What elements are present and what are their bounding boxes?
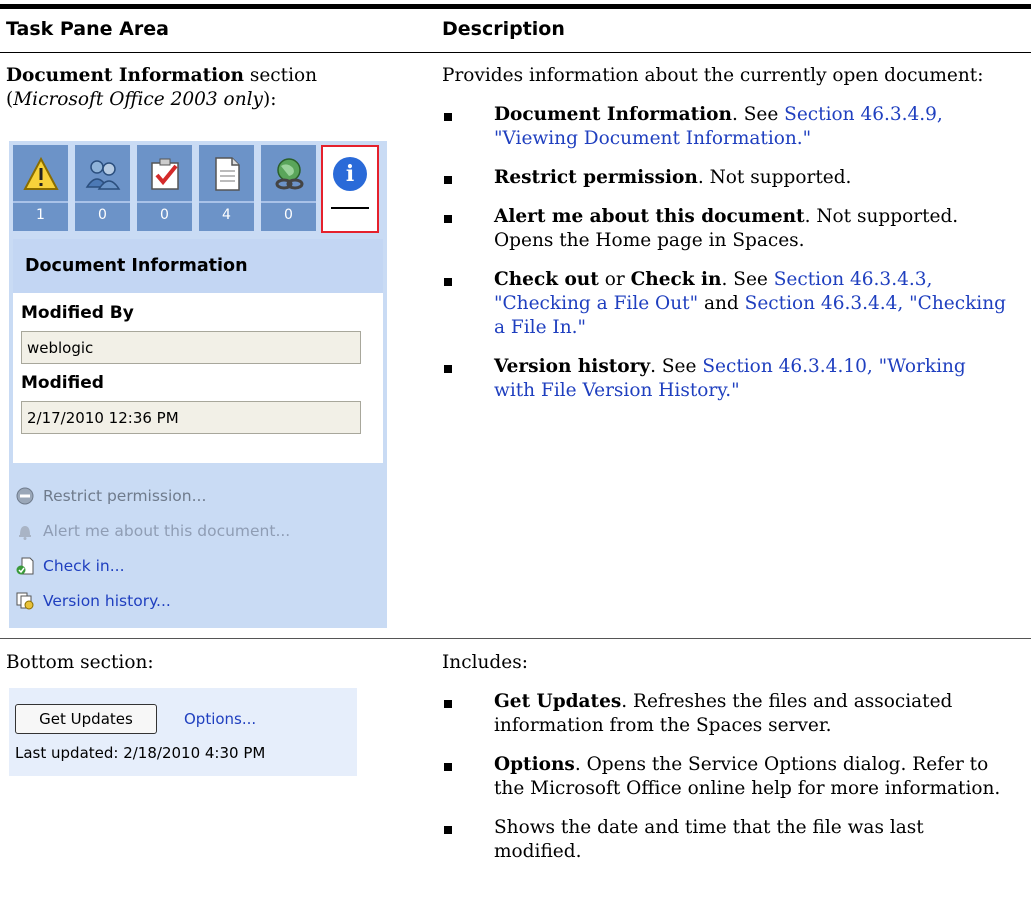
row1-left-title: Document Information	[6, 65, 244, 86]
get-updates-button[interactable]: Get Updates	[15, 704, 157, 734]
alert-me-label: Alert me about this document...	[43, 522, 291, 540]
row-divider	[0, 638, 1031, 639]
list-item: Version history. See Section 46.3.4.10, …	[442, 355, 1012, 403]
last-updated-text: Last updated: 2/18/2010 4:30 PM	[15, 744, 266, 762]
list-item-text: and	[698, 293, 745, 314]
list-item-term-2: Check in	[630, 269, 722, 290]
row2-left-label: Bottom section:	[6, 652, 154, 673]
modified-by-field: weblogic	[21, 331, 361, 364]
links-icon	[270, 155, 308, 193]
bullet-marker	[444, 113, 452, 121]
list-item-text: Shows the date and time that the file wa…	[494, 817, 924, 862]
task-pane-tab-strip: 1 0 0 4 0 i	[13, 145, 383, 233]
tab-tasks[interactable]: 0	[137, 145, 192, 231]
info-icon: i	[333, 157, 367, 191]
row1-bullet-list: Document Information. See Section 46.3.4…	[442, 103, 1012, 403]
restrict-permission-action[interactable]: Restrict permission...	[15, 486, 206, 506]
tab-count: 4	[222, 207, 231, 223]
column-header-description: Description	[442, 18, 565, 40]
list-item: Options. Opens the Service Options dialo…	[442, 753, 1012, 801]
list-item: Get Updates. Refreshes the files and ass…	[442, 690, 1012, 738]
bullet-marker	[444, 365, 452, 373]
list-item-text: . See	[650, 356, 703, 377]
list-item-text: . Not supported.	[697, 167, 852, 188]
row2-bullet-list: Get Updates. Refreshes the files and ass…	[442, 690, 1012, 864]
list-item-term: Options	[494, 754, 575, 775]
list-item-text: . See	[721, 269, 774, 290]
modified-field: 2/17/2010 12:36 PM	[21, 401, 361, 434]
warning-icon	[22, 155, 60, 193]
tab-count: 0	[98, 207, 107, 223]
header-rule	[0, 52, 1031, 53]
check-in-icon	[15, 556, 35, 576]
bullet-marker	[444, 826, 452, 834]
list-item-text: or	[598, 269, 631, 290]
options-link[interactable]: Options...	[184, 710, 256, 728]
list-item-term: Version history	[494, 356, 651, 377]
row1-note-close: ):	[262, 89, 277, 110]
bullet-marker	[444, 215, 452, 223]
row1-left-title-rest: section	[243, 65, 318, 86]
version-history-icon	[15, 591, 35, 611]
restrict-permission-label: Restrict permission...	[43, 487, 207, 505]
list-item: Check out or Check in. See Section 46.3.…	[442, 268, 1012, 340]
list-item-text: . See	[731, 104, 785, 125]
tab-separator	[75, 201, 130, 203]
tab-separator	[137, 201, 192, 203]
bullet-marker	[444, 700, 452, 708]
tab-document-information[interactable]: i	[321, 145, 379, 233]
tasks-icon	[146, 155, 184, 193]
column-header-task-pane-area: Task Pane Area	[6, 18, 169, 40]
members-icon	[84, 155, 122, 193]
documents-icon	[208, 155, 246, 193]
tab-count: 0	[160, 207, 169, 223]
bullet-marker	[444, 278, 452, 286]
top-rule	[0, 4, 1031, 9]
check-in-action[interactable]: Check in...	[15, 556, 125, 576]
task-pane-bottom-section: Get Updates Options... Last updated: 2/1…	[9, 688, 357, 776]
list-item-term: Document Information	[494, 104, 732, 125]
alert-me-action[interactable]: Alert me about this document...	[15, 521, 290, 541]
document-information-heading: Document Information	[13, 239, 383, 293]
bullet-marker	[444, 176, 452, 184]
selected-tab-indicator	[331, 207, 369, 209]
list-item-term: Restrict permission	[494, 167, 698, 188]
list-item-term: Get Updates	[494, 691, 622, 712]
tab-status[interactable]: 1	[13, 145, 68, 231]
modified-label: Modified	[21, 373, 104, 393]
restrict-icon	[15, 486, 35, 506]
check-in-label: Check in...	[43, 557, 125, 575]
row1-intro: Provides information about the currently…	[442, 65, 984, 86]
list-item: Shows the date and time that the file wa…	[442, 816, 1012, 864]
tab-separator	[261, 201, 316, 203]
tab-separator	[199, 201, 254, 203]
version-history-action[interactable]: Version history...	[15, 591, 171, 611]
tab-documents[interactable]: 4	[199, 145, 254, 231]
modified-by-label: Modified By	[21, 303, 134, 323]
list-item: Alert me about this document. Not suppor…	[442, 205, 1012, 253]
row1-left-label: Document Information section (Microsoft …	[6, 64, 317, 112]
list-item-term: Check out	[494, 269, 599, 290]
list-item: Restrict permission. Not supported.	[442, 166, 1012, 190]
row1-note: Microsoft Office 2003 only	[13, 89, 263, 110]
tab-count: 0	[284, 207, 293, 223]
office-task-pane: 1 0 0 4 0 i Document Information Modifie…	[9, 141, 387, 628]
tab-members[interactable]: 0	[75, 145, 130, 231]
row2-intro: Includes:	[442, 652, 528, 673]
bell-icon	[15, 521, 35, 541]
document-information-panel: Modified By weblogic Modified 2/17/2010 …	[13, 293, 383, 463]
bullet-marker	[444, 763, 452, 771]
list-item-term: Alert me about this document	[494, 206, 805, 227]
tab-separator	[13, 201, 68, 203]
row2-description: Includes: Get Updates. Refreshes the fil…	[442, 651, 1012, 864]
tab-links[interactable]: 0	[261, 145, 316, 231]
tab-count: 1	[36, 207, 45, 223]
version-history-label: Version history...	[43, 592, 171, 610]
list-item: Document Information. See Section 46.3.4…	[442, 103, 1012, 151]
row1-description: Provides information about the currently…	[442, 64, 1012, 403]
